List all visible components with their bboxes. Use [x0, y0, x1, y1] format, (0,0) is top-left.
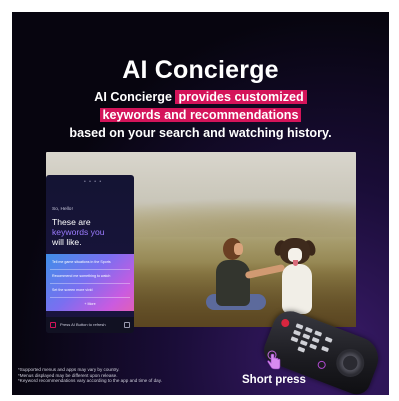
tap-hand-icon: [267, 350, 281, 370]
page-title: AI Concierge: [122, 56, 279, 84]
remote-button: [295, 323, 304, 330]
keyword-card[interactable]: Recommend me something to watch: [50, 270, 130, 284]
short-press-label: Short press: [242, 374, 306, 386]
remote-button: [297, 346, 306, 353]
footnote: *Keyword recommendations vary according …: [18, 378, 162, 384]
remote-button: [293, 329, 301, 336]
refresh-icon[interactable]: [124, 322, 130, 328]
keyword-card[interactable]: Tell me game situations in the Sports: [50, 256, 130, 270]
subtitle-highlight: keywords and recommendations: [99, 108, 302, 122]
remote-button: [302, 333, 311, 340]
panel-headline-line: will like.: [52, 237, 82, 247]
keyword-card[interactable]: Set the screen more vivid: [50, 284, 130, 298]
ai-concierge-panel: • • • • So, Hello! These are keywords yo…: [46, 175, 134, 333]
remote-button: [324, 336, 333, 343]
remote-button: [309, 343, 318, 350]
subtitle-highlight: provides customized: [175, 90, 307, 104]
subtitle-text: based on your search and watching histor…: [69, 126, 332, 140]
page-subtitle: AI Concierge provides customized keyword…: [12, 88, 389, 142]
ai-button-icon: [316, 359, 327, 371]
remote-button: [321, 345, 330, 353]
subtitle-text: AI Concierge: [94, 90, 176, 104]
more-button[interactable]: + More: [46, 302, 134, 306]
remote-button: [311, 336, 320, 344]
woman-figure-face: [234, 243, 243, 255]
panel-footer-text: Press AI Button to refresh: [60, 322, 106, 327]
dpad: [332, 344, 369, 382]
footnotes: *Supported menus and apps may vary by co…: [18, 367, 162, 384]
power-icon: [280, 317, 291, 329]
woman-figure: [216, 260, 250, 306]
remote-button: [304, 326, 313, 334]
panel-headline-line: keywords you: [52, 227, 105, 237]
dog-figure-tongue: [293, 260, 298, 266]
panel-footer: Press AI Button to refresh: [46, 317, 134, 333]
ai-button-icon: [50, 322, 56, 328]
panel-headline: These are keywords you will like.: [52, 217, 132, 247]
remote-button: [314, 330, 323, 337]
remote-button: [290, 336, 299, 343]
panel-greeting: So, Hello!: [52, 207, 73, 212]
panel-pager: • • • •: [84, 179, 103, 185]
promo-frame: AI Concierge AI Concierge provides custo…: [12, 12, 389, 395]
remote-button: [299, 339, 308, 347]
panel-headline-line: These are: [52, 217, 91, 227]
dog-figure: [282, 264, 312, 314]
